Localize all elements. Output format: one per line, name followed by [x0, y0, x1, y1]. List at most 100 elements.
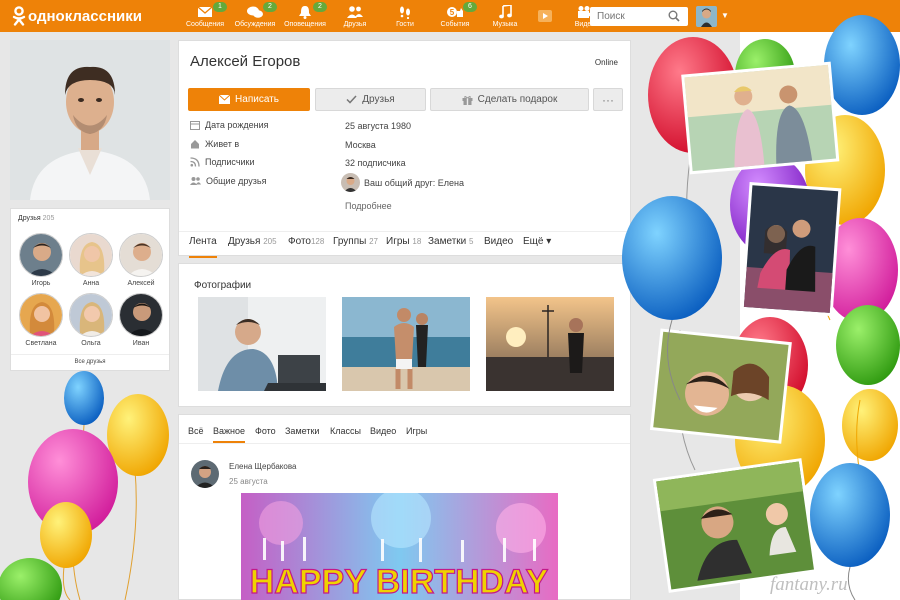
friends-count: 205	[42, 215, 55, 222]
nav-label: Сообщения	[186, 21, 224, 28]
people-icon	[347, 6, 363, 18]
nav-events[interactable]: 5 6 События	[430, 0, 480, 32]
red-balloon	[732, 317, 808, 413]
envelope-icon	[197, 6, 213, 17]
make-gift-button[interactable]: Сделать подарок	[430, 88, 589, 111]
subscribers-value[interactable]: 32 подписчика	[345, 158, 406, 168]
nav-discussions[interactable]: 2 Обсуждения	[230, 0, 280, 32]
feed-tab-all[interactable]: Всё	[188, 426, 204, 441]
more-actions-button[interactable]: ···	[593, 88, 623, 111]
photo-thumbnail[interactable]	[342, 297, 470, 391]
chat-bubbles-icon	[247, 6, 263, 18]
events-badge: 6	[463, 2, 477, 12]
avatar	[119, 293, 163, 337]
discussions-badge: 2	[263, 2, 277, 12]
avatar	[19, 233, 63, 277]
friend-item[interactable]: Ольга	[67, 293, 115, 347]
tab-games[interactable]: Игры 18	[386, 232, 421, 258]
avatar	[19, 293, 63, 337]
people-icon	[190, 177, 201, 185]
events-icon: 5	[447, 7, 463, 17]
search-icon[interactable]	[668, 10, 680, 22]
nav-video-play[interactable]	[530, 0, 560, 32]
footprints-icon	[400, 6, 410, 19]
divider	[11, 354, 169, 355]
nav-label: События	[440, 21, 470, 28]
profile-name: Алексей Егоров	[190, 53, 301, 70]
friend-item[interactable]: Алексей	[117, 233, 165, 287]
ok-logo-icon	[12, 6, 26, 26]
feed-tab-photos[interactable]: Фото	[255, 426, 276, 441]
purple-balloon	[730, 155, 810, 255]
checkmark-icon	[346, 95, 357, 104]
blue-balloon	[810, 463, 890, 567]
birthday-row: Дата рождения	[190, 120, 269, 130]
friend-item[interactable]: Светлана	[17, 293, 65, 347]
profile-photo[interactable]	[10, 40, 170, 200]
tab-feed[interactable]: Лента	[189, 232, 217, 258]
friend-item[interactable]: Иван	[117, 293, 165, 347]
chevron-down-icon[interactable]: ▼	[721, 11, 729, 20]
post-image[interactable]: HAPPY BIRTHDAY	[241, 493, 558, 600]
svg-text:5: 5	[450, 8, 455, 17]
yellow-balloon	[735, 385, 825, 495]
tab-photos[interactable]: Фото128	[288, 232, 324, 258]
photos-title[interactable]: Фотографии	[194, 280, 251, 291]
tab-video[interactable]: Видео	[484, 232, 513, 258]
video-play-icon	[538, 10, 552, 22]
all-friends-link[interactable]: Все друзья	[11, 359, 169, 365]
subscribers-row: Подписчики	[190, 157, 255, 167]
feed-tab-video[interactable]: Видео	[370, 426, 396, 441]
yellow-balloon	[842, 389, 898, 461]
feed-tab-notes[interactable]: Заметки	[285, 426, 319, 441]
friends-widget-title[interactable]: Друзья 205	[18, 215, 54, 222]
friend-item[interactable]: Игорь	[17, 233, 65, 287]
post-date: 25 августа	[229, 477, 268, 486]
house-icon	[191, 140, 199, 149]
green-balloon	[735, 39, 795, 111]
photo-thumbnail[interactable]	[486, 297, 614, 391]
green-balloon	[836, 305, 900, 385]
profile-card: Алексей Егоров Online Написать Друзья Сд…	[178, 40, 631, 258]
friend-name: Анна	[82, 280, 100, 287]
music-note-icon	[499, 5, 512, 19]
mutual-friend-text: Ваш общий друг: Елена	[364, 177, 465, 188]
nav-label: Оповещения	[284, 21, 326, 28]
notifications-badge: 2	[313, 2, 327, 12]
write-message-button[interactable]: Написать	[188, 88, 310, 111]
feed-tab-games[interactable]: Игры	[406, 426, 427, 441]
avatar	[69, 233, 113, 277]
friend-item[interactable]: Анна	[67, 233, 115, 287]
avatar	[119, 233, 163, 277]
calendar-icon	[190, 121, 200, 130]
post-author[interactable]: Елена Щербакова	[229, 462, 296, 471]
feed-tab-important[interactable]: Важное	[213, 426, 246, 443]
nav-label: Обсуждения	[234, 21, 276, 28]
mutual-friend[interactable]: Ваш общий друг: Елена	[341, 173, 464, 192]
avatar[interactable]	[191, 460, 219, 488]
nav-music[interactable]: Музыка	[480, 0, 530, 32]
friend-name: Светлана	[25, 340, 57, 347]
nav-notifications[interactable]: 2 Оповещения	[280, 0, 330, 32]
tab-groups[interactable]: Группы 27	[333, 232, 378, 258]
location-value[interactable]: Москва	[345, 140, 376, 150]
tab-more[interactable]: Ещё ▾	[523, 232, 551, 258]
tab-notes[interactable]: Заметки 5	[428, 232, 473, 258]
nav-friends[interactable]: Друзья	[330, 0, 380, 32]
friends-button[interactable]: Друзья	[315, 88, 426, 111]
photo-thumbnail[interactable]	[198, 297, 326, 391]
more-details-link[interactable]: Подробнее	[345, 201, 392, 211]
site-logo[interactable]: одноклассники	[12, 6, 142, 26]
nav-guests[interactable]: Гости	[380, 0, 430, 32]
tab-friends[interactable]: Друзья 205	[228, 232, 277, 258]
avatar	[341, 173, 360, 192]
rss-icon	[190, 157, 200, 167]
bell-icon	[299, 6, 311, 19]
avatar[interactable]	[696, 6, 717, 27]
more-dots-icon: ···	[602, 92, 614, 107]
friends-label: Друзья	[362, 94, 395, 105]
feed-tab-classes[interactable]: Классы	[330, 426, 361, 441]
nav-messages[interactable]: 1 Сообщения	[180, 0, 230, 32]
friend-name: Ольга	[81, 340, 101, 347]
location-row: Живет в	[190, 139, 239, 149]
